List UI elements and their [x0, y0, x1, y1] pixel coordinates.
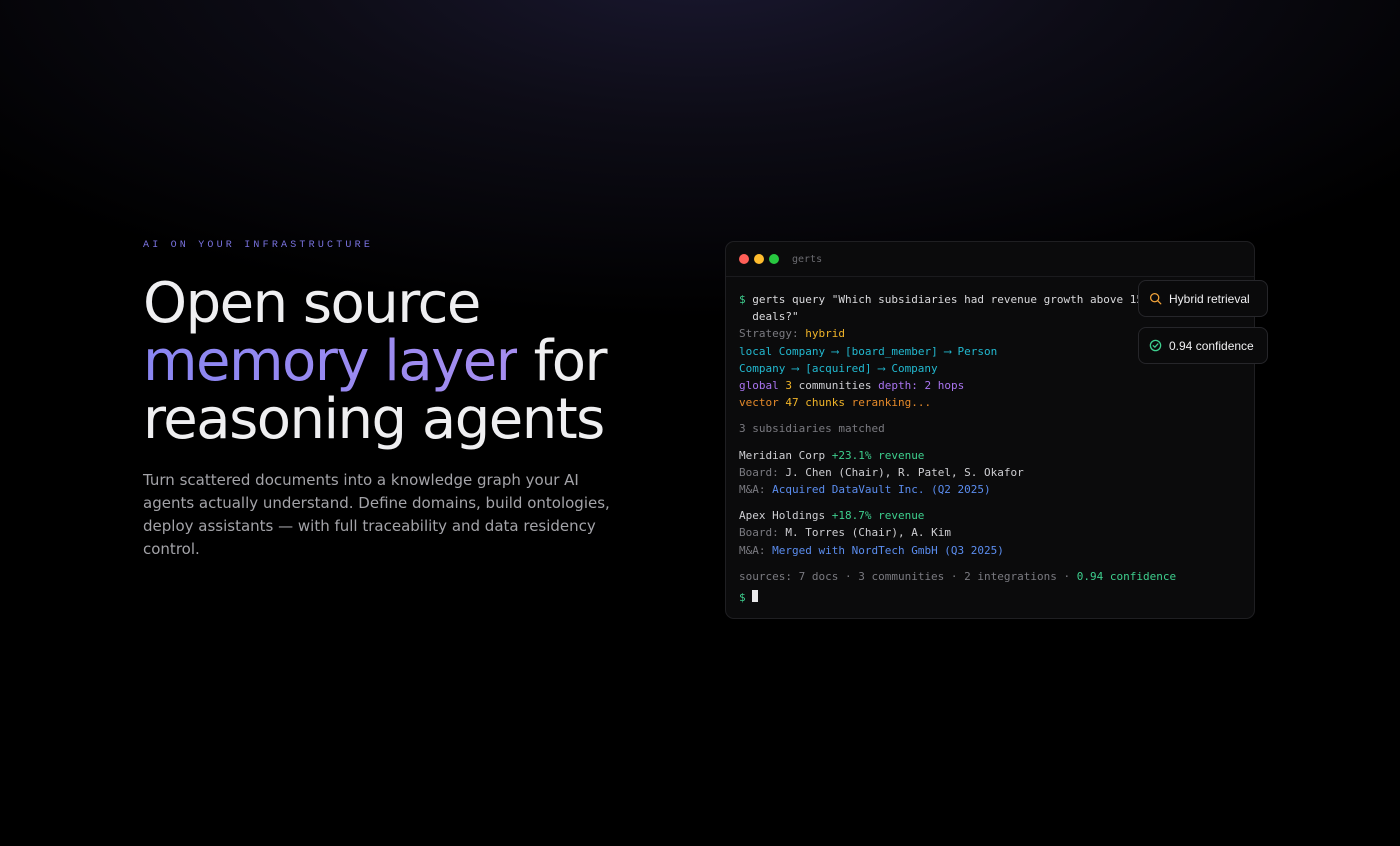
headline-accent: memory layer: [143, 329, 519, 394]
input-line[interactable]: $: [739, 589, 1254, 606]
terminal-titlebar: gerts: [726, 242, 1254, 277]
result-name-line: Meridian Corp +23.1% revenue: [739, 448, 925, 462]
command-text-1: gerts query "Which subsidiaries had reve…: [752, 293, 1150, 306]
result-ma-line: M&A: Merged with NordTech GmbH (Q3 2025): [739, 543, 1004, 557]
result-board-line: Board: J. Chen (Chair), R. Patel, S. Oka…: [739, 465, 1024, 479]
eyebrow: AI ON YOUR INFRASTRUCTURE: [143, 240, 374, 251]
close-dot-icon[interactable]: [739, 254, 749, 264]
check-circle-icon: [1149, 339, 1162, 352]
hero: AI ON YOUR INFRASTRUCTURE Open source me…: [143, 240, 663, 561]
matched-count: 3 subsidiaries matched: [739, 422, 885, 436]
text-cursor: [752, 590, 759, 603]
prompt-symbol: $: [739, 293, 746, 306]
result-name-line: Apex Holdings +18.7% revenue: [739, 509, 925, 523]
prompt-symbol: $: [739, 591, 746, 605]
result-board-line: Board: M. Torres (Chair), A. Kim: [739, 526, 951, 540]
sources-line: sources: 7 docs · 3 communities · 2 inte…: [739, 569, 1177, 583]
vector-line: vector 47 chunks reranking...: [739, 396, 932, 410]
maximize-dot-icon[interactable]: [769, 254, 779, 264]
headline-for: for: [517, 329, 608, 394]
headline: Open source memory layer for reasoning a…: [143, 275, 663, 449]
global-line: global 3 communities depth: 2 hops: [739, 379, 965, 393]
lede: Turn scattered documents into a knowledg…: [143, 471, 610, 558]
confidence-badge: 0.94 confidence: [1138, 327, 1268, 364]
search-icon: [1149, 292, 1162, 305]
badge-label: 0.94 confidence: [1169, 338, 1254, 353]
headline-line-1: Open source: [143, 271, 481, 336]
result-ma-line: M&A: Acquired DataVault Inc. (Q2 2025): [739, 483, 991, 497]
terminal-title: gerts: [792, 253, 823, 265]
badge-label: Hybrid retrieval: [1169, 291, 1250, 306]
hybrid-retrieval-badge: Hybrid retrieval: [1138, 280, 1268, 317]
headline-line-3: reasoning agents: [143, 387, 605, 452]
minimize-dot-icon[interactable]: [754, 254, 764, 264]
